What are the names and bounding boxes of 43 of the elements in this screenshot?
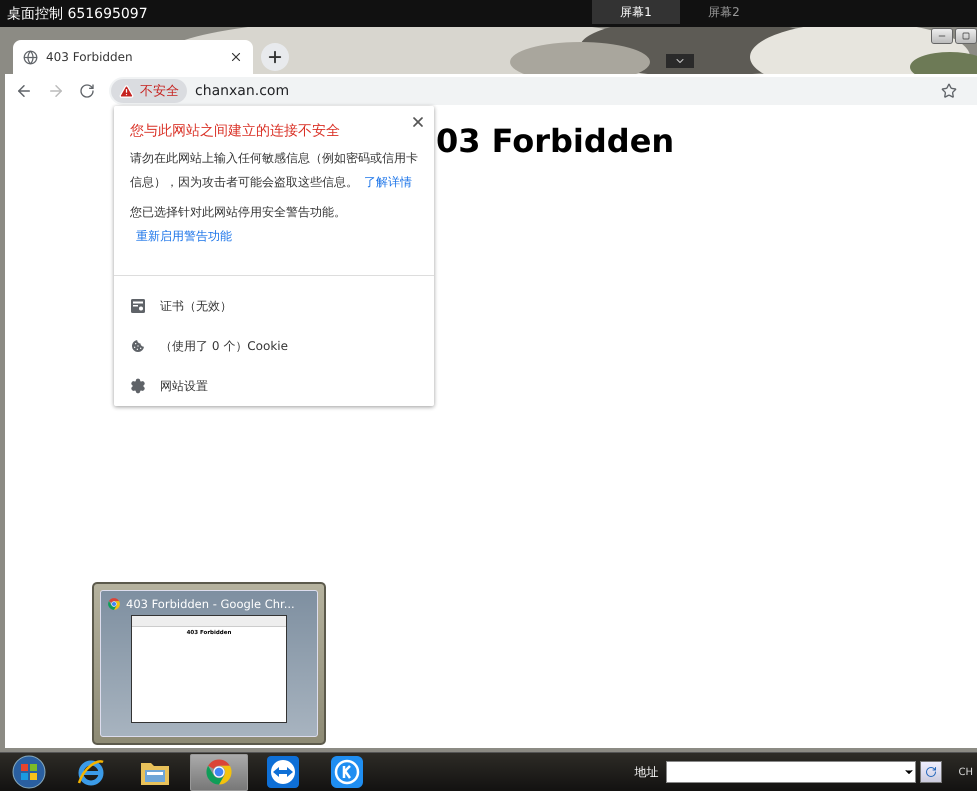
app-icon: [331, 756, 363, 788]
site-info-item[interactable]: 证书（无效）: [114, 286, 434, 326]
popup-link[interactable]: 了解详情: [364, 175, 412, 189]
reload-button[interactable]: [79, 83, 95, 99]
screen-dropdown-button[interactable]: [666, 54, 694, 68]
tab-title: 403 Forbidden: [46, 50, 134, 64]
close-tab-button[interactable]: [229, 50, 243, 64]
screen-tab[interactable]: 屏幕1: [592, 0, 680, 24]
arrows-app-icon: [267, 756, 299, 788]
popup-title: 您与此网站之间建立的连接不安全: [130, 122, 341, 140]
close-button[interactable]: [410, 114, 426, 130]
cookie-icon: [130, 338, 146, 354]
site-info-item[interactable]: （使用了 0 个）Cookie: [114, 326, 434, 366]
chrome-icon: [107, 597, 121, 611]
security-chip[interactable]: 不安全: [111, 79, 187, 103]
language-indicator[interactable]: CH: [958, 766, 973, 778]
go-button[interactable]: [920, 761, 942, 783]
browser-icon: [76, 757, 106, 787]
page-heading: 03 Forbidden: [436, 122, 674, 160]
popup-paragraph: 请勿在此网站上输入任何敏感信息（例如密码或信用卡信息），因为攻击者可能会盗取这些信息。 了解详情: [130, 150, 418, 191]
chrome-icon: [204, 757, 234, 787]
screen-tab[interactable]: 屏幕2: [680, 0, 768, 24]
minimize-button[interactable]: [931, 28, 953, 44]
preview-title: 403 Forbidden - Google Chr...: [126, 597, 295, 611]
certificate-icon: [130, 298, 146, 314]
address-label: 地址: [634, 764, 658, 780]
refresh-icon: [925, 766, 938, 778]
site-info-item[interactable]: 网站设置: [114, 366, 434, 406]
warning-icon: [119, 84, 134, 98]
browser-tab[interactable]: 403 Forbidden: [13, 40, 253, 74]
maximize-icon: [962, 32, 970, 40]
globe-icon: [23, 50, 38, 64]
settings-icon: [130, 378, 146, 394]
back-button[interactable]: [15, 82, 33, 100]
maximize-button[interactable]: [955, 28, 977, 44]
bookmark-star-button[interactable]: [941, 83, 957, 99]
remote-title: 桌面控制 651695097: [6, 4, 149, 22]
url-text: chanxan.com: [195, 83, 290, 99]
popup-paragraph: 您已选择针对此网站停用安全警告功能。 重新启用警告功能: [130, 204, 347, 245]
address-field[interactable]: [666, 761, 916, 783]
address-bar[interactable]: 不安全 chanxan.com: [109, 77, 977, 105]
popup-link[interactable]: 重新启用警告功能: [136, 229, 232, 243]
plus-icon: [266, 48, 284, 66]
